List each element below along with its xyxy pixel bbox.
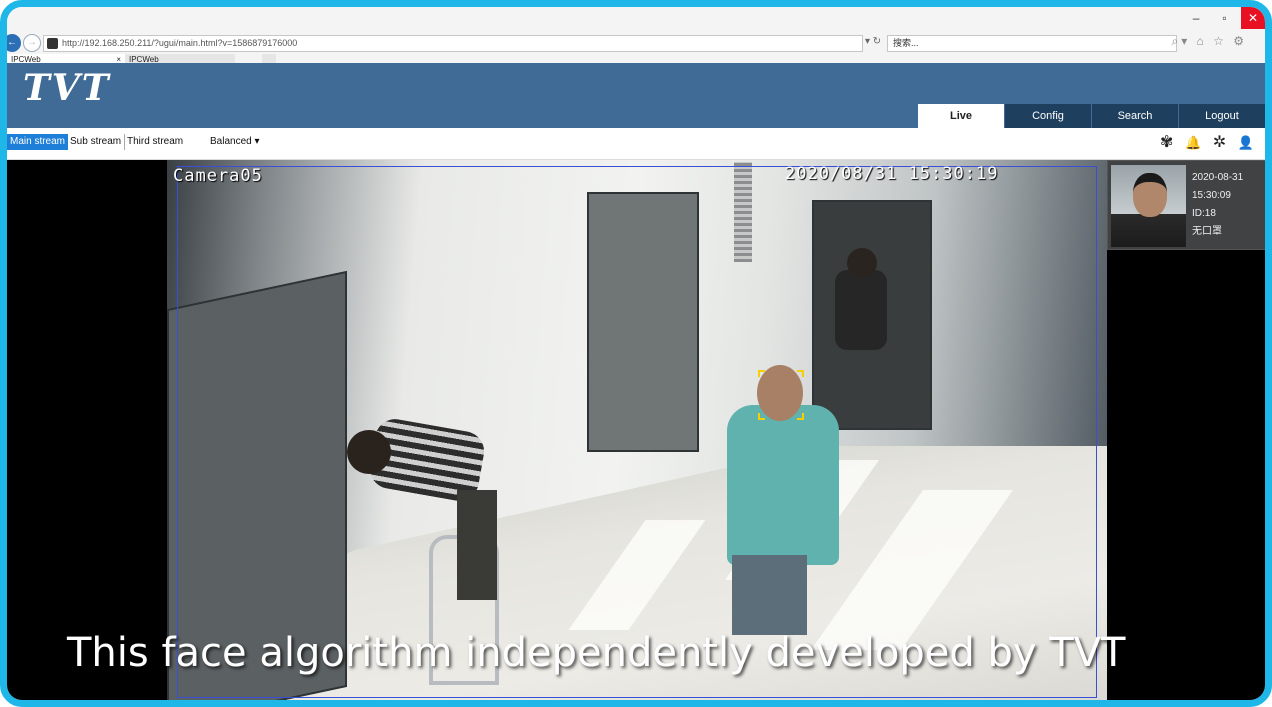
- balanced-dropdown[interactable]: Balanced ▾: [207, 134, 263, 150]
- tab-logout[interactable]: Logout: [1179, 104, 1265, 128]
- refresh-icon[interactable]: ▾ ↻: [865, 36, 881, 47]
- tab-config[interactable]: Config: [1005, 104, 1091, 128]
- camera-name-osd: Camera05: [173, 166, 263, 186]
- face-mask-status: 无口罩: [1192, 226, 1222, 237]
- video-feed[interactable]: Camera05 2020/08/31 15:30:19: [167, 160, 1107, 700]
- face-detection-box: [758, 370, 804, 420]
- tab-search[interactable]: Search: [1092, 104, 1178, 128]
- live-view-area: Camera05 2020/08/31 15:30:19 2020-08-31 …: [7, 160, 1265, 700]
- alarm-person-icon[interactable]: 👤: [1235, 135, 1257, 151]
- main-nav-tabs: Live Config Search Logout: [917, 104, 1265, 128]
- forward-button[interactable]: →: [23, 34, 41, 52]
- timestamp-osd: 2020/08/31 15:30:19: [785, 164, 999, 184]
- face-date: 2020-08-31: [1192, 172, 1244, 183]
- address-row: ← → http://192.168.250.211/?ugui/main.ht…: [7, 34, 1265, 54]
- face-box-corner: [797, 370, 804, 377]
- face-thumbnail: [1111, 165, 1186, 247]
- url-text: http://192.168.250.211/?ugui/main.html?v…: [62, 38, 298, 48]
- app-header: TVT Live Config Search Logout: [7, 63, 1265, 128]
- snapshot-icon[interactable]: ✾: [1156, 132, 1178, 152]
- face-thumbnail-head: [1133, 173, 1167, 217]
- detection-region-box: [177, 166, 1097, 698]
- browser-chrome: – ▫ ✕ ← → http://192.168.250.211/?ugui/m…: [7, 7, 1265, 66]
- face-box-corner: [797, 413, 804, 420]
- settings-grid-icon[interactable]: ✲: [1209, 132, 1231, 152]
- third-stream-button[interactable]: Third stream: [124, 134, 186, 150]
- browser-tools-icons[interactable]: ⌕▾ ⌂ ☆ ⚙: [1171, 34, 1247, 49]
- face-info: 2020-08-31 15:30:09 ID:18 无口罩: [1192, 169, 1243, 241]
- maximize-button[interactable]: ▫: [1213, 11, 1237, 25]
- toolbar-icons: ✾ 🔔 ✲ 👤: [1156, 132, 1257, 152]
- face-snapshot-panel[interactable]: 2020-08-31 15:30:09 ID:18 无口罩: [1107, 160, 1265, 250]
- stream-toolbar: Main stream Sub stream Third stream Bala…: [7, 128, 1265, 160]
- back-button[interactable]: ←: [7, 34, 21, 52]
- site-favicon-icon: [47, 38, 58, 49]
- device-frame: – ▫ ✕ ← → http://192.168.250.211/?ugui/m…: [0, 0, 1272, 707]
- sub-stream-button[interactable]: Sub stream: [67, 134, 126, 150]
- window-controls: – ▫ ✕: [1184, 7, 1265, 31]
- video-caption: This face algorithm independently develo…: [67, 630, 1126, 676]
- browser-search-input[interactable]: 搜索...: [887, 35, 1177, 52]
- minimize-button[interactable]: –: [1184, 11, 1208, 25]
- face-id: ID:18: [1192, 208, 1216, 219]
- main-stream-button[interactable]: Main stream: [7, 134, 69, 150]
- tvt-logo: TVT: [23, 67, 111, 109]
- close-button[interactable]: ✕: [1241, 7, 1265, 29]
- tab-live[interactable]: Live: [918, 104, 1004, 128]
- url-bar[interactable]: http://192.168.250.211/?ugui/main.html?v…: [43, 35, 863, 52]
- face-box-corner: [758, 370, 765, 377]
- alarm-bell-icon[interactable]: 🔔: [1182, 135, 1204, 151]
- face-box-corner: [758, 413, 765, 420]
- face-time: 15:30:09: [1192, 190, 1231, 201]
